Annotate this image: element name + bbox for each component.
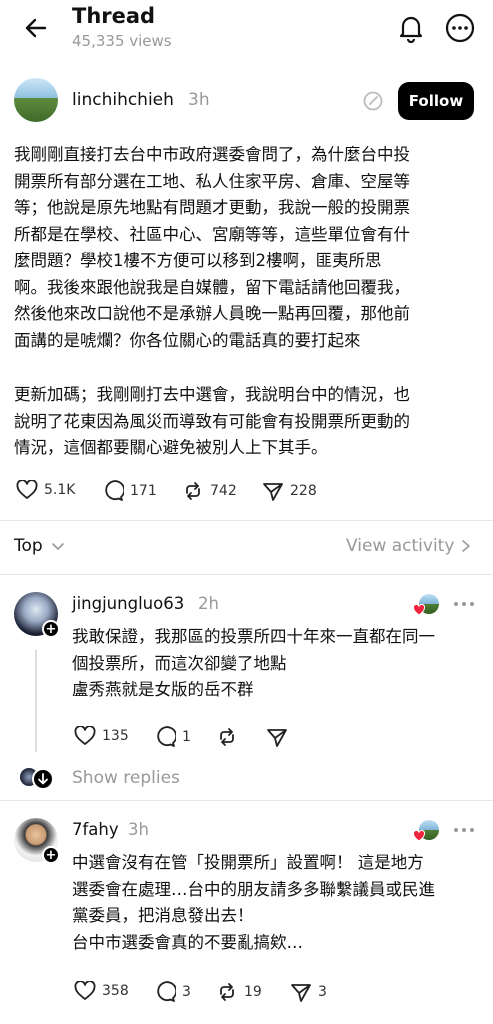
page-title: Thread	[72, 4, 156, 28]
comment-button[interactable]: 171	[102, 480, 157, 502]
reply-text: 中選會沒有在管「投開票所」設置啊！ 這是地方 選委會在處理…台中的朋友請多多聯繫…	[72, 853, 435, 952]
reply-like-count: 135	[102, 728, 129, 744]
more-options-icon[interactable]	[442, 10, 478, 46]
reply-share-button[interactable]	[266, 726, 294, 748]
edit-history-icon[interactable]	[360, 88, 386, 114]
repost-icon	[220, 983, 234, 1001]
heart-icon	[74, 726, 96, 745]
reply-time: 2h	[198, 594, 219, 613]
reply-share-button[interactable]: 3	[290, 981, 327, 1003]
reply-more-icon[interactable]	[450, 594, 478, 614]
reply-username[interactable]: jingjungluo63	[72, 594, 184, 613]
send-icon	[263, 483, 283, 501]
share-button[interactable]: 228	[262, 480, 317, 502]
view-activity-link[interactable]: View activity	[346, 536, 474, 556]
reply-comment-count: 1	[182, 729, 191, 745]
reply-text: 我敢保證，我那區的投票所四十年來一直都在同一 個投票所，而這次卻變了地點 盧秀燕…	[72, 627, 435, 699]
chevron-right-icon	[462, 540, 471, 552]
thread-line	[35, 650, 37, 752]
divider	[0, 520, 493, 521]
send-icon	[291, 984, 311, 1002]
send-icon	[267, 729, 287, 747]
reply-repost-button[interactable]: 19	[216, 981, 262, 1003]
reply-username[interactable]: 7fahy	[72, 820, 119, 839]
like-button[interactable]: 5.1K	[16, 480, 75, 500]
reply-like-count: 358	[102, 983, 129, 999]
back-arrow-icon[interactable]	[18, 10, 54, 46]
view-count: 45,335 views	[72, 32, 172, 50]
like-count: 5.1K	[44, 482, 76, 498]
follow-button[interactable]: Follow	[398, 82, 474, 120]
comment-icon	[105, 480, 124, 501]
repost-count: 742	[210, 483, 237, 499]
post-time: 3h	[188, 90, 210, 110]
reply-more-icon[interactable]	[450, 820, 478, 840]
reply-comment-count: 3	[182, 984, 191, 1000]
heart-icon	[74, 981, 96, 1000]
comment-icon	[157, 726, 176, 747]
sort-label: Top	[14, 536, 43, 556]
reply-comment-button[interactable]: 3	[154, 981, 191, 1003]
repost-icon	[186, 482, 200, 500]
post-paragraph-2: 更新加碼；我剛剛打去中選會，我說明台中的情況，也 說明了花東因為風災而導致有可能…	[14, 385, 410, 457]
divider	[0, 574, 493, 575]
heart-icon	[16, 480, 38, 499]
reply-share-count: 3	[318, 984, 327, 1000]
reply-like-button[interactable]: 358	[74, 981, 129, 1001]
reply-repost-count: 19	[244, 984, 262, 1000]
author-avatar[interactable]	[14, 78, 58, 122]
post-paragraph-1: 我剛剛直接打去台中市政府選委會問了，為什麼台中投 開票所有部分選在工地、私人住家…	[14, 145, 410, 350]
comment-count: 171	[130, 483, 157, 499]
follow-plus-icon[interactable]: +	[42, 846, 60, 864]
arrow-down-icon	[32, 768, 54, 790]
repost-icon	[220, 728, 234, 746]
heart-badge-icon	[413, 604, 425, 616]
reply-repost-button[interactable]	[216, 726, 244, 748]
repost-button[interactable]: 742	[182, 480, 237, 502]
divider	[0, 800, 493, 801]
heart-badge-icon	[413, 830, 425, 842]
bell-icon[interactable]	[394, 10, 428, 46]
comment-icon	[157, 981, 176, 1002]
sort-dropdown[interactable]: Top	[14, 536, 67, 556]
follow-plus-icon[interactable]: +	[42, 620, 60, 638]
share-count: 228	[290, 483, 317, 499]
show-replies-link[interactable]: Show replies	[72, 768, 180, 788]
view-activity-label: View activity	[346, 536, 455, 556]
reply-time: 3h	[128, 820, 149, 839]
reply-comment-button[interactable]: 1	[154, 726, 191, 748]
author-name[interactable]: linchihchieh	[72, 90, 174, 110]
chevron-down-icon	[51, 543, 64, 550]
reply-like-button[interactable]: 135	[74, 726, 129, 746]
